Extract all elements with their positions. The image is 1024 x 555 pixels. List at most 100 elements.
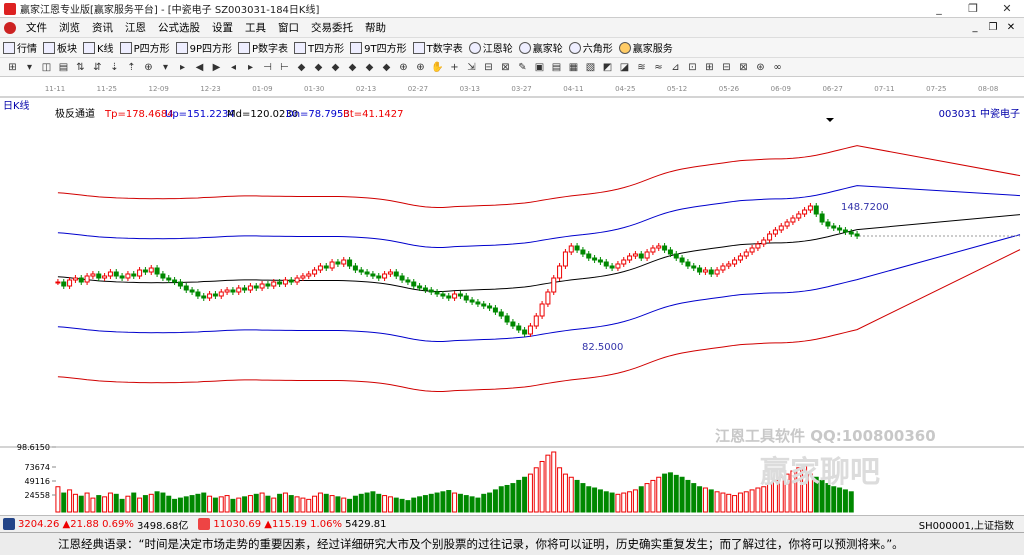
menu-settings[interactable]: 设置 — [206, 20, 239, 35]
volume-bar — [533, 467, 539, 513]
drawing-tool-40-icon[interactable]: ⊡ — [686, 61, 699, 74]
drawing-tool-13-icon[interactable]: ◂ — [227, 61, 240, 74]
drawing-tool-44-icon[interactable]: ⊛ — [754, 61, 767, 74]
drawing-tool-8-icon[interactable]: ⊕ — [142, 61, 155, 74]
drawing-tool-34-icon[interactable]: ▧ — [584, 61, 597, 74]
toolbar-sector-button[interactable]: 板块 — [40, 40, 80, 55]
toolbar-gann-wheel-button[interactable]: 江恩轮 — [466, 40, 516, 55]
drawing-tool-14-icon[interactable]: ▸ — [244, 61, 257, 74]
drawing-tool-24-icon[interactable]: ⊕ — [414, 61, 427, 74]
drawing-tool-21-icon[interactable]: ◆ — [363, 61, 376, 74]
drawing-tool-38-icon[interactable]: ≈ — [652, 61, 665, 74]
toolbar-p-square-button[interactable]: P四方形 — [117, 40, 173, 55]
menu-help[interactable]: 帮助 — [359, 20, 392, 35]
close-button[interactable]: ✕ — [990, 0, 1024, 17]
candle-body — [586, 253, 592, 259]
toolbar-winner-wheel-button[interactable]: 赢家轮 — [516, 40, 566, 55]
candle-body — [784, 221, 790, 227]
drawing-tool-42-icon[interactable]: ⊟ — [720, 61, 733, 74]
mdi-close-button[interactable]: ✕ — [1002, 18, 1020, 37]
mdi-minimize-button[interactable]: _ — [966, 18, 984, 37]
drawing-tool-5-icon[interactable]: ⇵ — [91, 61, 104, 74]
drawing-tool-39-icon[interactable]: ⊿ — [669, 61, 682, 74]
drawing-tool-37-icon[interactable]: ≋ — [635, 61, 648, 74]
drawing-tool-19-icon[interactable]: ◆ — [329, 61, 342, 74]
drawing-tool-20-icon[interactable]: ◆ — [346, 61, 359, 74]
volume-bar — [323, 493, 329, 513]
toolbar-t-square-button[interactable]: T四方形 — [291, 40, 347, 55]
toolbar-label: 江恩轮 — [482, 44, 513, 55]
toolbar-t-table-button[interactable]: T数字表 — [410, 40, 466, 55]
drawing-tool-27-icon[interactable]: ⇲ — [465, 61, 478, 74]
toolbar-kline-button[interactable]: K线 — [80, 40, 117, 55]
toolbar-p-table-button[interactable]: P数字表 — [235, 40, 291, 55]
drawing-tool-10-icon[interactable]: ▸ — [176, 61, 189, 74]
toolbar-9p-square-button[interactable]: 9P四方形 — [173, 40, 235, 55]
menu-formula[interactable]: 公式选股 — [152, 20, 206, 35]
drawing-tool-22-icon[interactable]: ◆ — [380, 61, 393, 74]
minimize-button[interactable]: _ — [922, 0, 956, 17]
candle-body — [323, 265, 329, 269]
restore-button[interactable]: ❐ — [956, 0, 990, 17]
candle-body — [522, 329, 528, 335]
menu-logo-icon — [4, 21, 16, 34]
menu-tools[interactable]: 工具 — [239, 20, 272, 35]
menu-news[interactable]: 资讯 — [86, 20, 119, 35]
candle-body — [446, 295, 452, 299]
volume-bar — [469, 496, 475, 513]
drawing-tool-31-icon[interactable]: ▣ — [533, 61, 546, 74]
menu-browse[interactable]: 浏览 — [53, 20, 86, 35]
menu-gann[interactable]: 江恩 — [119, 20, 152, 35]
toolbar-service-button[interactable]: 赢家服务 — [616, 40, 676, 55]
toolbar-9t-square-button[interactable]: 9T四方形 — [347, 40, 409, 55]
candle-body — [527, 325, 533, 335]
drawing-tool-29-icon[interactable]: ⊠ — [499, 61, 512, 74]
menu-file[interactable]: 文件 — [20, 20, 53, 35]
channel-upper-outer — [57, 145, 1021, 208]
drawing-tool-1-icon[interactable]: ▾ — [23, 61, 36, 74]
drawing-tool-6-icon[interactable]: ⇣ — [108, 61, 121, 74]
mdi-restore-button[interactable]: ❐ — [984, 18, 1002, 37]
volume-bar — [142, 495, 148, 513]
candle-body — [236, 287, 242, 293]
drawing-tool-2-icon[interactable]: ◫ — [40, 61, 53, 74]
index-selector[interactable]: SH000001,上证指数 — [919, 517, 1014, 532]
drawing-tool-41-icon[interactable]: ⊞ — [703, 61, 716, 74]
drawing-tool-9-icon[interactable]: ▾ — [159, 61, 172, 74]
drawing-tool-7-icon[interactable]: ⇡ — [125, 61, 138, 74]
toolbar-hexagon-button[interactable]: 六角形 — [566, 40, 616, 55]
drawing-tool-4-icon[interactable]: ⇅ — [74, 61, 87, 74]
drawing-tool-18-icon[interactable]: ◆ — [312, 61, 325, 74]
drawing-tool-16-icon[interactable]: ⊢ — [278, 61, 291, 74]
candle-body — [207, 293, 213, 299]
drawing-tool-23-icon[interactable]: ⊕ — [397, 61, 410, 74]
volume-bar — [627, 491, 633, 513]
volume-bar — [592, 487, 598, 513]
drawing-tool-3-icon[interactable]: ▤ — [57, 61, 70, 74]
drawing-tool-25-icon[interactable]: ✋ — [431, 61, 444, 74]
drawing-tool-12-icon[interactable]: ▶ — [210, 61, 223, 74]
drawing-tool-30-icon[interactable]: ✎ — [516, 61, 529, 74]
candle-body — [399, 275, 405, 281]
drawing-tool-36-icon[interactable]: ◪ — [618, 61, 631, 74]
drawing-tool-11-icon[interactable]: ◀ — [193, 61, 206, 74]
menu-trade[interactable]: 交易委托 — [305, 20, 359, 35]
toolbar-quotes-button[interactable]: 行情 — [0, 40, 40, 55]
drawing-tool-45-icon[interactable]: ∞ — [771, 61, 784, 74]
drawing-tool-26-icon[interactable]: + — [448, 61, 461, 74]
candle-body — [475, 301, 481, 305]
candle-body — [300, 275, 306, 279]
drawing-tool-35-icon[interactable]: ◩ — [601, 61, 614, 74]
menu-window[interactable]: 窗口 — [272, 20, 305, 35]
drawing-tool-32-icon[interactable]: ▤ — [550, 61, 563, 74]
app-logo-icon — [4, 2, 16, 15]
volume-bar — [603, 491, 609, 513]
drawing-tool-33-icon[interactable]: ▦ — [567, 61, 580, 74]
candle-body — [539, 303, 545, 317]
drawing-tool-0-icon[interactable]: ⊞ — [6, 61, 19, 74]
drawing-tool-43-icon[interactable]: ⊠ — [737, 61, 750, 74]
drawing-tool-15-icon[interactable]: ⊣ — [261, 61, 274, 74]
drawing-tool-28-icon[interactable]: ⊟ — [482, 61, 495, 74]
drawing-tool-17-icon[interactable]: ◆ — [295, 61, 308, 74]
kline-chart[interactable]: 11-11 11-25 12-09 12-23 01-09 01-30 02-13 02-27… — [0, 77, 1024, 514]
